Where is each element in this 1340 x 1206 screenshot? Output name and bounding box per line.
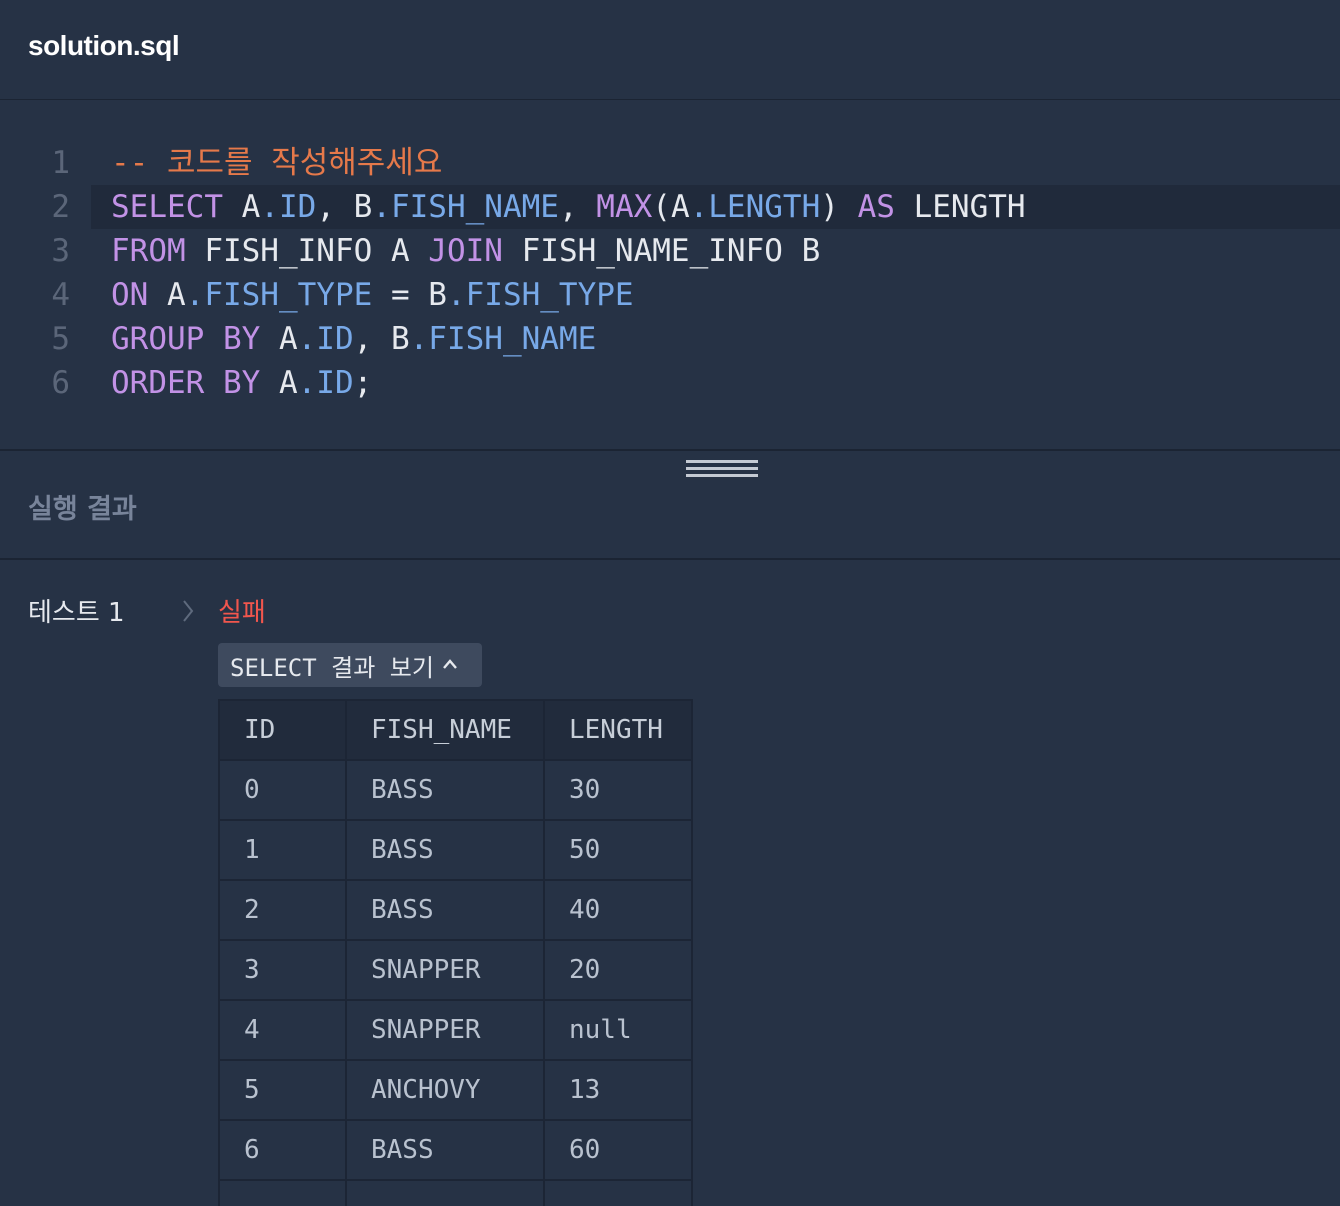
code-token: .FISH_TYPE	[185, 277, 373, 313]
column-header: LENGTH	[543, 699, 693, 761]
table-cell: 4	[218, 999, 347, 1061]
table-cell: 40	[543, 879, 693, 941]
result-header: 실행 결과	[0, 453, 1340, 560]
code-line[interactable]: 6 ORDER BY A.ID;	[0, 361, 1340, 405]
code-token: A	[260, 321, 298, 357]
code-token: ;	[353, 365, 373, 401]
toggle-label: SELECT 결과 보기	[230, 653, 434, 682]
table-cell: 1	[218, 819, 347, 881]
table-row: 6 BASS 60	[218, 1119, 693, 1181]
table-cell: 2	[218, 879, 347, 941]
table-row: 1 BASS 50	[218, 819, 693, 881]
code-text: ORDER BY A.ID;	[111, 361, 372, 405]
code-token: , B	[316, 189, 373, 225]
code-token: FISH_INFO A	[185, 233, 429, 269]
table-row: 4 SNAPPER null	[218, 999, 693, 1061]
code-token: = B	[372, 277, 447, 313]
code-token: ON	[111, 277, 149, 313]
code-line[interactable]: 1 -- 코드를 작성해주세요	[0, 141, 1340, 185]
code-token: )	[820, 189, 858, 225]
code-token: A	[260, 365, 298, 401]
table-cell	[345, 1179, 545, 1206]
code-token: .FISH_NAME	[372, 189, 559, 225]
result-title: 실행 결과	[28, 494, 137, 525]
table-row: 5 ANCHOVY 13	[218, 1059, 693, 1121]
table-cell	[543, 1179, 693, 1206]
test-label: 테스트 1	[28, 598, 125, 628]
table-row: 3 SNAPPER 20	[218, 939, 693, 1001]
column-header: ID	[218, 699, 347, 761]
code-text: SELECT A.ID, B.FISH_NAME, MAX(A.LENGTH) …	[111, 185, 1026, 229]
table-cell: BASS	[345, 759, 545, 821]
table-header-row: ID FISH_NAME LENGTH	[218, 699, 693, 761]
table-cell: 13	[543, 1059, 693, 1121]
code-line[interactable]: 3 FROM FISH_INFO A JOIN FISH_NAME_INFO B	[0, 229, 1340, 273]
table-cell: null	[543, 999, 693, 1061]
select-result-toggle-button[interactable]: SELECT 결과 보기	[218, 643, 482, 687]
table-cell: 3	[218, 939, 347, 1001]
table-row: 0 BASS 30	[218, 759, 693, 821]
code-token: A	[222, 189, 261, 225]
code-token: JOIN	[428, 233, 503, 269]
line-number: 1	[51, 145, 70, 181]
chevron-up-icon	[443, 659, 457, 669]
code-text: FROM FISH_INFO A JOIN FISH_NAME_INFO B	[111, 229, 820, 273]
table-cell: 20	[543, 939, 693, 1001]
code-token: .FISH_NAME	[409, 321, 597, 357]
code-text: GROUP BY A.ID, B.FISH_NAME	[111, 317, 596, 361]
code-token: .FISH_TYPE	[446, 277, 634, 313]
code-token: SELECT	[111, 189, 223, 225]
code-text: ON A.FISH_TYPE = B.FISH_TYPE	[111, 273, 634, 317]
table-cell: 0	[218, 759, 347, 821]
code-token: , B	[353, 321, 410, 357]
table-row: 2 BASS 40	[218, 879, 693, 941]
table-cell	[218, 1179, 347, 1206]
file-header: solution.sql	[0, 0, 1340, 100]
code-token: .ID	[260, 189, 317, 225]
code-token: .LENGTH	[689, 189, 821, 225]
table-cell: ANCHOVY	[345, 1059, 545, 1121]
code-token: GROUP BY	[111, 321, 261, 357]
code-token: FROM	[111, 233, 186, 269]
code-token: (A	[652, 189, 690, 225]
code-text: -- 코드를 작성해주세요	[111, 141, 442, 185]
result-table: ID FISH_NAME LENGTH 0 BASS 30 1 BASS 50 2 BASS 40 3…	[218, 699, 693, 1206]
code-token: .ID	[297, 365, 354, 401]
table-cell: 6	[218, 1119, 347, 1181]
table-cell: BASS	[345, 819, 545, 881]
line-number: 6	[51, 365, 70, 401]
line-number: 2	[51, 189, 70, 225]
test-status: 실패	[218, 598, 266, 628]
file-title: solution.sql	[28, 30, 180, 61]
table-cell: 50	[543, 819, 693, 881]
column-header: FISH_NAME	[345, 699, 545, 761]
table-cell: BASS	[345, 879, 545, 941]
code-line[interactable]: 5 GROUP BY A.ID, B.FISH_NAME	[0, 317, 1340, 361]
table-cell: SNAPPER	[345, 999, 545, 1061]
code-line[interactable]: 2 SELECT A.ID, B.FISH_NAME, MAX(A.LENGTH)…	[51, 185, 1340, 229]
code-token: LENGTH	[894, 189, 1026, 225]
table-cell: 60	[543, 1119, 693, 1181]
line-number: 3	[51, 233, 70, 269]
code-token: A	[148, 277, 186, 313]
table-cell: BASS	[345, 1119, 545, 1181]
code-token: MAX	[596, 189, 653, 225]
code-token: AS	[857, 189, 895, 225]
code-token: .ID	[297, 321, 354, 357]
line-number: 4	[51, 277, 70, 313]
table-cell: 30	[543, 759, 693, 821]
table-cell: SNAPPER	[345, 939, 545, 1001]
code-line[interactable]: 4 ON A.FISH_TYPE = B.FISH_TYPE	[0, 273, 1340, 317]
code-token: ORDER BY	[111, 365, 261, 401]
code-editor[interactable]: 1 -- 코드를 작성해주세요 2 SELECT A.ID, B.FISH_NAME,…	[0, 101, 1340, 451]
code-token: FISH_NAME_INFO B	[502, 233, 821, 269]
chevron-right-icon	[183, 600, 194, 622]
line-number: 5	[51, 321, 70, 357]
code-token: -- 코드를 작성해주세요	[111, 145, 443, 181]
table-cell: 5	[218, 1059, 347, 1121]
code-token: ,	[558, 189, 597, 225]
table-row	[218, 1179, 693, 1206]
